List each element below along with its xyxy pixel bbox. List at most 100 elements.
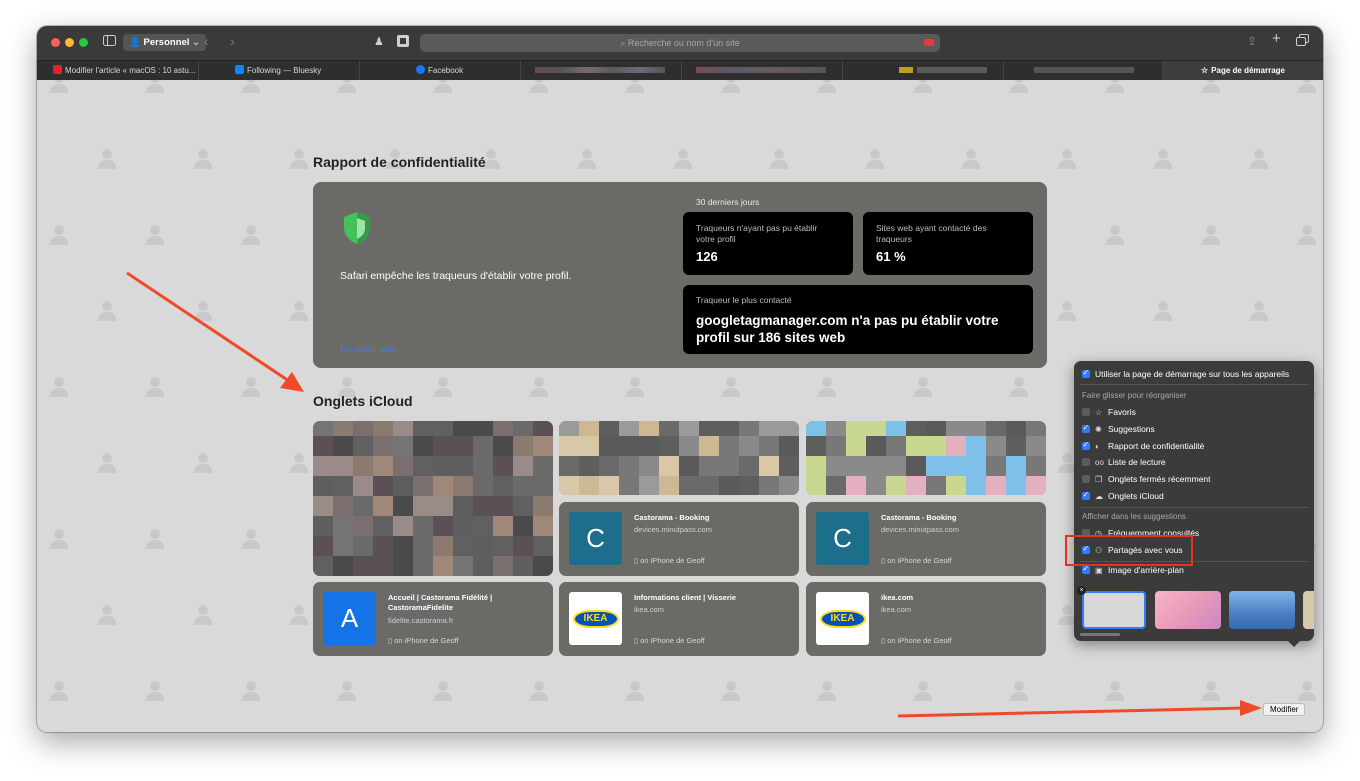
blur-pixel bbox=[493, 436, 513, 456]
tabs-icon: ❐ bbox=[1095, 475, 1103, 484]
blur-pixel bbox=[433, 421, 453, 436]
blur-pixel bbox=[393, 421, 413, 436]
ikea-logo: IKEA bbox=[572, 609, 619, 628]
tile-device: ▯ on iPhone de Geoff bbox=[881, 636, 952, 645]
address-bar[interactable]: ⌕ Recherche ou nom d'un site bbox=[420, 34, 940, 52]
close-window-button[interactable] bbox=[51, 38, 60, 47]
tab-item[interactable] bbox=[843, 61, 1004, 80]
blur-pixel bbox=[333, 516, 353, 536]
option-background-image[interactable]: ▣Image d'arrière-plan bbox=[1082, 564, 1184, 575]
person-pattern-icon bbox=[241, 376, 261, 398]
background-thumbnail[interactable] bbox=[1229, 591, 1295, 629]
person-pattern-icon bbox=[49, 680, 69, 702]
checkbox[interactable] bbox=[1082, 408, 1090, 416]
checkbox[interactable] bbox=[1082, 368, 1090, 378]
blur-pixel bbox=[393, 556, 413, 576]
person-pattern-icon bbox=[49, 376, 69, 398]
checkbox[interactable] bbox=[1082, 490, 1090, 500]
person-pattern-icon bbox=[529, 376, 549, 398]
blur-pixel bbox=[413, 516, 433, 536]
learn-more-link[interactable]: En savoir plus bbox=[340, 344, 397, 354]
blur-pixel bbox=[313, 421, 333, 436]
blur-pixel bbox=[333, 536, 353, 556]
background-thumbnail-selected[interactable] bbox=[1082, 591, 1146, 629]
blur-pixel bbox=[559, 456, 579, 476]
person-pattern-icon bbox=[529, 680, 549, 702]
icloud-tab-tile[interactable]: C Castorama - Booking devices.minutpass.… bbox=[559, 502, 799, 576]
minimize-window-button[interactable] bbox=[65, 38, 74, 47]
icloud-tab-tile[interactable]: IKEA ikea.com ikea.com ▯ on iPhone de Ge… bbox=[806, 582, 1046, 656]
blur-pixel bbox=[579, 421, 599, 436]
trackers-value: 126 bbox=[696, 249, 718, 264]
option-privacy-report[interactable]: ◐Rapport de confidentialité bbox=[1082, 440, 1204, 451]
option-reading-list[interactable]: oo Liste de lecture bbox=[1082, 457, 1166, 467]
person-pattern-icon bbox=[625, 80, 645, 94]
blur-pixel bbox=[533, 516, 553, 536]
checkbox[interactable] bbox=[1082, 423, 1090, 433]
background-thumbnail[interactable] bbox=[1155, 591, 1221, 629]
tab-item-start-page[interactable]: ☆ Page de démarrage bbox=[1163, 61, 1323, 80]
icloud-tab-tile-blurred[interactable] bbox=[806, 421, 1046, 495]
remove-icon[interactable]: × bbox=[1077, 586, 1086, 595]
blur-pixel bbox=[599, 476, 619, 495]
modify-button[interactable]: Modifier bbox=[1263, 703, 1306, 716]
blur-pixel bbox=[906, 436, 926, 456]
tile-title: Accueil | Castorama Fidélité | Castorama… bbox=[388, 593, 493, 612]
forward-icon[interactable]: › bbox=[230, 34, 235, 48]
tab-item[interactable] bbox=[682, 61, 843, 80]
icloud-tab-tile-blurred[interactable] bbox=[313, 421, 553, 576]
option-icloud-tabs[interactable]: ☁Onglets iCloud bbox=[1082, 490, 1164, 501]
profile-button[interactable]: 👤 Personnel ⌄ bbox=[123, 34, 207, 51]
blur-pixel bbox=[846, 421, 866, 436]
icloud-tab-tile[interactable]: IKEA Informations client | Visserie ikea… bbox=[559, 582, 799, 656]
icloud-tab-tile-blurred[interactable] bbox=[559, 421, 799, 495]
option-favorites[interactable]: ☆ Favoris bbox=[1082, 407, 1136, 417]
blur-pixel bbox=[986, 436, 1006, 456]
share-icon[interactable]: ⇪ bbox=[1247, 34, 1257, 48]
person-pattern-icon bbox=[97, 604, 117, 626]
sites-stat: Sites web ayant contacté des traqueurs 6… bbox=[863, 212, 1033, 275]
blur-pixel bbox=[373, 436, 393, 456]
scrollbar[interactable] bbox=[1080, 633, 1120, 636]
customize-start-page-panel: Utiliser la page de démarrage sur tous l… bbox=[1074, 361, 1314, 641]
blur-pixel bbox=[533, 556, 553, 576]
icloud-tab-tile[interactable]: C Castorama - Booking devices.minutpass.… bbox=[806, 502, 1046, 576]
checkbox[interactable] bbox=[1082, 475, 1090, 483]
checkbox[interactable] bbox=[1082, 458, 1090, 466]
person-pattern-icon bbox=[193, 148, 213, 170]
use-on-all-devices-checkbox[interactable]: Utiliser la page de démarrage sur tous l… bbox=[1082, 368, 1289, 379]
background-thumbnail[interactable] bbox=[1303, 591, 1314, 629]
new-tab-icon[interactable]: + bbox=[1272, 31, 1281, 46]
zoom-window-button[interactable] bbox=[79, 38, 88, 47]
tab-item[interactable] bbox=[521, 61, 682, 80]
option-suggestions[interactable]: ✺Suggestions bbox=[1082, 423, 1155, 434]
icloud-tab-tile[interactable]: A Accueil | Castorama Fidélité | Castora… bbox=[313, 582, 553, 656]
tile-device: ▯ on iPhone de Geoff bbox=[388, 636, 459, 645]
person-pattern-icon bbox=[1009, 80, 1029, 94]
extension-icon[interactable] bbox=[397, 35, 409, 50]
tab-overview-icon[interactable] bbox=[1296, 34, 1309, 49]
tab-item[interactable]: Facebook bbox=[360, 61, 521, 80]
blur-pixel bbox=[333, 436, 353, 456]
popover-pointer bbox=[1288, 641, 1300, 647]
tab-item[interactable]: Modifier l'article « macOS : 10 astu... bbox=[37, 61, 199, 80]
blur-pixel bbox=[579, 476, 599, 495]
checkbox[interactable] bbox=[1082, 440, 1090, 450]
star-icon: ☆ bbox=[1201, 66, 1209, 75]
blur-pixel bbox=[533, 456, 553, 476]
person-pattern-icon bbox=[193, 452, 213, 474]
back-icon[interactable]: ‹ bbox=[204, 34, 209, 48]
person-pattern-icon bbox=[49, 224, 69, 246]
blur-pixel bbox=[886, 456, 906, 476]
sidebar-icon[interactable] bbox=[103, 35, 116, 49]
incognito-icon[interactable]: ♟ bbox=[374, 35, 384, 49]
tab-item[interactable] bbox=[1004, 61, 1163, 80]
privacy-report-title: Rapport de confidentialité bbox=[313, 154, 486, 170]
option-recently-closed[interactable]: ❐ Onglets fermés récemment bbox=[1082, 474, 1211, 484]
checkbox[interactable] bbox=[1082, 564, 1090, 574]
tab-item[interactable]: Following — Bluesky bbox=[199, 61, 360, 80]
blur-pixel bbox=[333, 476, 353, 496]
person-pattern-icon bbox=[289, 452, 309, 474]
top-tracker-stat: Traqueur le plus contacté googletagmanag… bbox=[683, 285, 1033, 354]
privacy-report-card[interactable]: Safari empêche les traqueurs d'établir v… bbox=[313, 182, 1047, 368]
